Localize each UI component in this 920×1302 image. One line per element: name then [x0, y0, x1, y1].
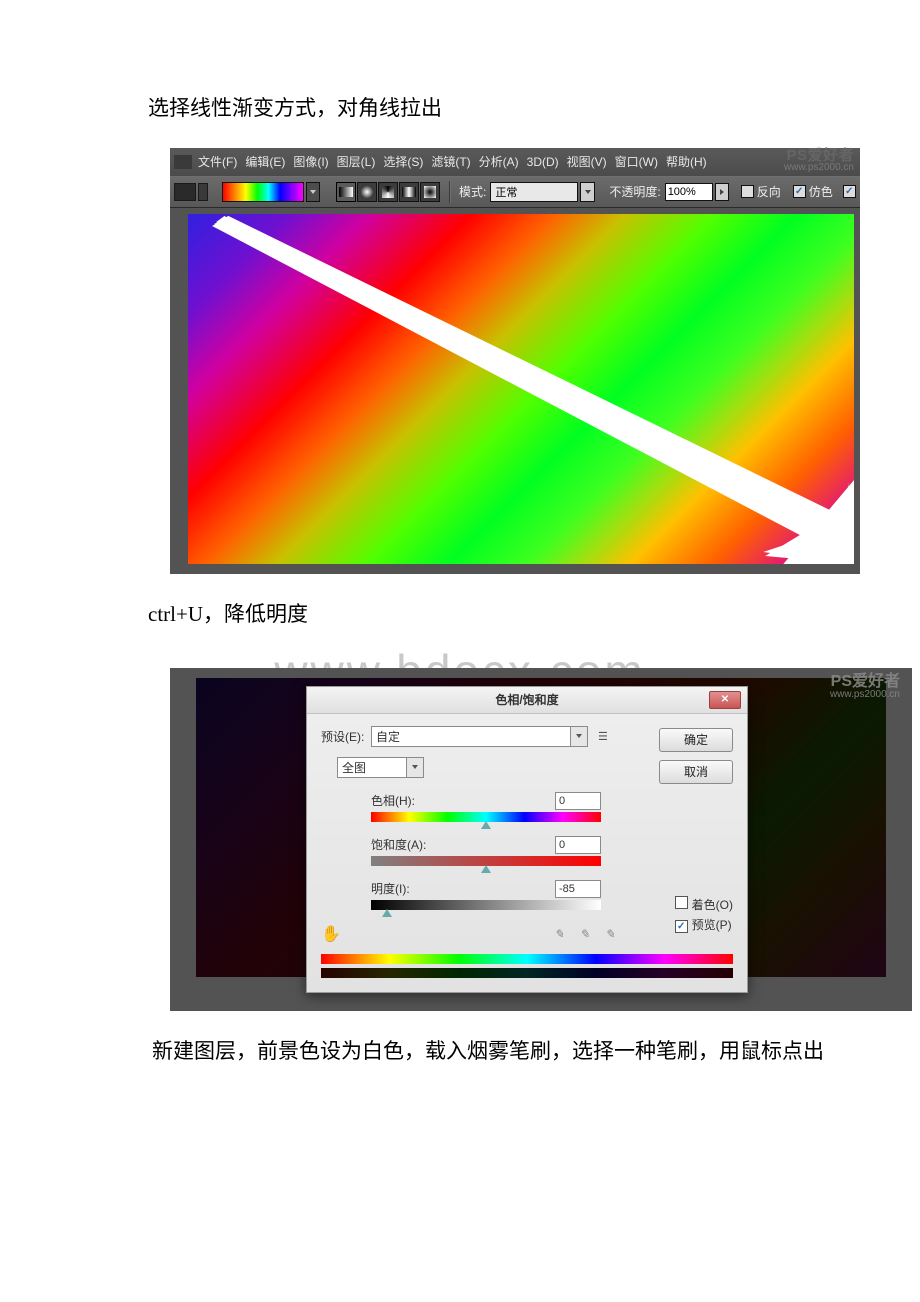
tool-preset-drop[interactable] — [198, 183, 208, 201]
menu-window[interactable]: 窗口(W) — [615, 153, 658, 170]
lightness-slider[interactable] — [371, 900, 601, 910]
preview-checkbox[interactable]: ✓ — [675, 920, 688, 933]
scrubby-hand-icon[interactable]: ✋ — [321, 924, 341, 944]
trans-checkbox[interactable]: ✓ — [843, 185, 856, 198]
gradient-style-reflected[interactable] — [399, 182, 419, 202]
app-icon — [174, 155, 192, 169]
menu-view[interactable]: 视图(V) — [567, 153, 607, 170]
gradient-drag-arrow — [188, 214, 854, 564]
gradient-style-angle[interactable] — [378, 182, 398, 202]
spectrum-top — [321, 954, 733, 964]
ok-button[interactable]: 确定 — [659, 728, 733, 752]
menu-bar: 文件(F) 编辑(E) 图像(I) 图层(L) 选择(S) 滤镜(T) 分析(A… — [170, 148, 860, 176]
watermark-corner: PS爱好者 www.ps2000.cn — [784, 148, 854, 173]
dialog-title: 色相/饱和度 — [495, 691, 558, 708]
preset-label: 预设(E): — [321, 728, 371, 745]
menu-layer[interactable]: 图层(L) — [337, 153, 376, 170]
preset-select[interactable]: 自定 — [371, 726, 571, 747]
hue-input[interactable]: 0 — [555, 792, 601, 810]
paragraph-2: ctrl+U，降低明度 — [148, 596, 848, 634]
preview-label: 预览(P) — [692, 918, 732, 932]
close-icon[interactable]: ✕ — [709, 691, 741, 709]
saturation-slider[interactable] — [371, 856, 601, 866]
menu-help[interactable]: 帮助(H) — [666, 153, 707, 170]
opacity-slider-btn[interactable] — [715, 183, 729, 201]
gradient-picker-drop[interactable] — [306, 182, 320, 202]
dialog-title-bar: 色相/饱和度 ✕ — [307, 687, 747, 714]
gradient-style-linear[interactable] — [336, 182, 356, 202]
mode-drop[interactable] — [580, 182, 595, 202]
menu-filter[interactable]: 滤镜(T) — [431, 153, 470, 170]
colorize-checkbox[interactable] — [675, 896, 688, 909]
mode-select[interactable]: 正常 — [490, 182, 578, 202]
channel-select[interactable]: 全图 — [337, 757, 407, 778]
options-bar: 模式: 正常 不透明度: 100% 反向 ✓ 仿色 ✓ — [170, 176, 860, 208]
saturation-label: 饱和度(A): — [371, 836, 426, 853]
figure-photoshop-gradient: 文件(F) 编辑(E) 图像(I) 图层(L) 选择(S) 滤镜(T) 分析(A… — [170, 148, 860, 574]
reverse-label: 反向 — [757, 183, 781, 200]
cancel-button[interactable]: 取消 — [659, 760, 733, 784]
dither-label: 仿色 — [809, 183, 833, 200]
hue-label: 色相(H): — [371, 792, 415, 809]
menu-3d[interactable]: 3D(D) — [527, 155, 559, 169]
hue-slider[interactable] — [371, 812, 601, 822]
preset-drop[interactable] — [571, 726, 588, 747]
figure-hue-sat-dialog: PS爱好者 www.ps2000.cn 色相/饱和度 ✕ 确定 取消 预设(E)… — [170, 668, 912, 1011]
lightness-input[interactable]: -85 — [555, 880, 601, 898]
menu-image[interactable]: 图像(I) — [293, 153, 328, 170]
menu-file[interactable]: 文件(F) — [198, 153, 237, 170]
watermark-corner-2: PS爱好者 www.ps2000.cn — [830, 674, 900, 700]
channel-drop[interactable] — [407, 757, 424, 778]
gradient-style-diamond[interactable] — [420, 182, 440, 202]
opacity-label: 不透明度: — [609, 183, 660, 200]
menu-analysis[interactable]: 分析(A) — [479, 153, 519, 170]
spectrum-bottom — [321, 968, 733, 978]
menu-edit[interactable]: 编辑(E) — [245, 153, 285, 170]
tool-preset[interactable] — [174, 183, 196, 201]
gradient-preview[interactable] — [222, 182, 304, 202]
preset-menu-icon[interactable]: ☰ — [598, 730, 608, 743]
eyedropper-icons[interactable]: ✎ ✎ ✎ — [554, 927, 621, 941]
opacity-input[interactable]: 100% — [665, 183, 713, 201]
gradient-style-radial[interactable] — [357, 182, 377, 202]
mode-label: 模式: — [459, 183, 486, 200]
document-canvas[interactable] — [188, 214, 854, 564]
hue-saturation-dialog: 色相/饱和度 ✕ 确定 取消 预设(E): 自定 ☰ 全图 — [306, 686, 748, 993]
dither-checkbox[interactable]: ✓ — [793, 185, 806, 198]
lightness-label: 明度(I): — [371, 880, 410, 897]
colorize-label: 着色(O) — [692, 898, 733, 912]
menu-select[interactable]: 选择(S) — [383, 153, 423, 170]
paragraph-1: 选择线性渐变方式，对角线拉出 — [148, 90, 848, 128]
paragraph-3: 新建图层，前景色设为白色，载入烟雾笔刷，选择一种笔刷，用鼠标点出 — [110, 1033, 850, 1071]
reverse-checkbox[interactable] — [741, 185, 754, 198]
saturation-input[interactable]: 0 — [555, 836, 601, 854]
